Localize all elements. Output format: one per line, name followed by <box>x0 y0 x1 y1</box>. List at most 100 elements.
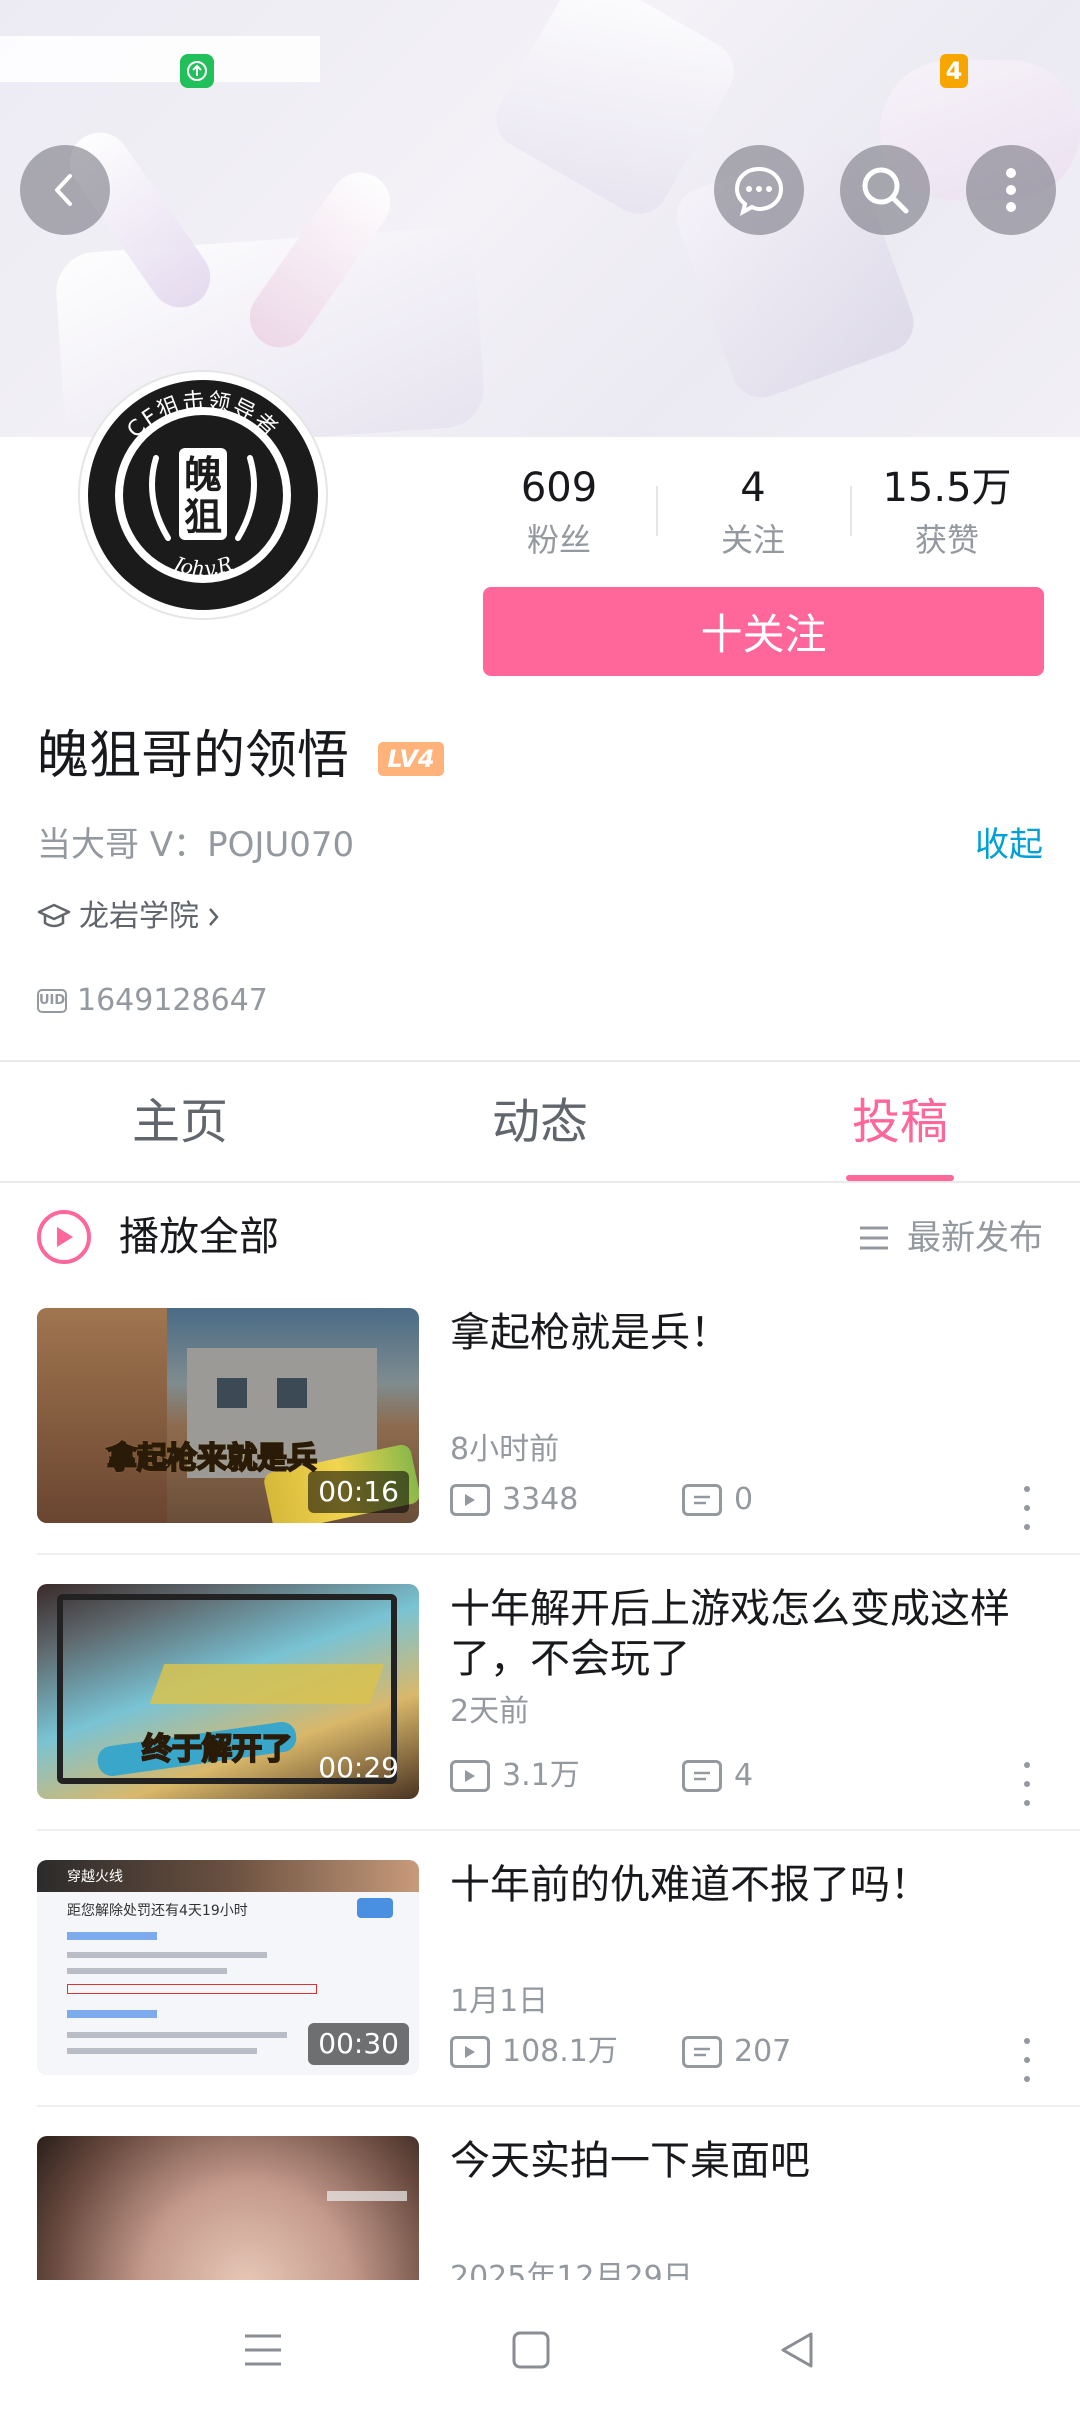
more-button[interactable] <box>966 145 1056 235</box>
more-vertical-icon[interactable] <box>1012 2038 1042 2082</box>
video-time: 2025年12月29日 <box>450 2260 693 2280</box>
message-icon <box>734 166 784 216</box>
video-time: 2天前 <box>450 1694 530 1729</box>
tab-uploads[interactable]: 投稿 <box>800 1086 1000 1158</box>
comment-count-icon <box>682 1760 722 1792</box>
play-count-icon <box>450 1484 490 1516</box>
play-count: 3.1万 <box>502 1758 580 1793</box>
uid-row: UID 1649128647 <box>37 977 268 1025</box>
comment-count-icon <box>682 2036 722 2068</box>
video-item[interactable]: 穿越火线 距您解除处罚还有4天19小时 00:30 十年前的仇难道不报了吗！ 1… <box>0 1860 1080 2136</box>
video-item[interactable]: 终于解开了 00:29 十年解开后上游戏怎么变成这样了，不会玩了 2天前 3.1… <box>0 1584 1080 1860</box>
stat-fans[interactable]: 609 粉丝 <box>469 460 649 564</box>
thumbnail-line: 距您解除处罚还有4天19小时 <box>67 1903 248 1919</box>
video-plays: 3.1万 <box>450 1754 580 1798</box>
header-banner: 4 <box>0 0 1080 437</box>
play-count-icon <box>450 2036 490 2068</box>
uid-icon: UID <box>37 989 67 1013</box>
list-icon <box>860 1226 888 1250</box>
stat-divider <box>656 486 658 536</box>
level-badge: LV4 <box>378 742 444 776</box>
message-button[interactable] <box>714 145 804 235</box>
video-title: 今天实拍一下桌面吧 <box>450 2138 810 2184</box>
video-thumbnail[interactable]: 穿越火线 距您解除处罚还有4天19小时 00:30 <box>37 1860 419 2075</box>
sort-label: 最新发布 <box>907 1218 1043 1258</box>
play-all-button[interactable]: 播放全部 <box>37 1207 279 1267</box>
video-title: 十年前的仇难道不报了吗！ <box>450 1862 930 1908</box>
thumbnail-caption: 拿起枪来就是兵 <box>106 1440 318 1477</box>
stat-fans-value: 609 <box>520 465 598 511</box>
divider <box>0 1181 1080 1183</box>
video-item[interactable]: 拿起枪来就是兵 00:16 拿起枪就是兵！ 8小时前 3348 0 <box>0 1308 1080 1584</box>
video-thumbnail[interactable] <box>37 2136 419 2280</box>
uid-value: 1649128647 <box>77 983 268 1018</box>
follow-button[interactable]: 十关注 <box>483 587 1044 676</box>
divider <box>0 1060 1080 1062</box>
school-name: 龙岩学院 <box>79 899 199 934</box>
play-count: 3348 <box>502 1482 579 1517</box>
more-vertical-icon[interactable] <box>1012 1762 1042 1806</box>
video-duration: 00:29 <box>318 1751 399 1784</box>
tab-home[interactable]: 主页 <box>80 1086 280 1158</box>
video-thumbnail[interactable]: 拿起枪来就是兵 00:16 <box>37 1308 419 1523</box>
video-comments: 207 <box>682 2030 791 2074</box>
status-upload-icon <box>180 54 214 88</box>
video-thumbnail[interactable]: 终于解开了 00:29 <box>37 1584 419 1799</box>
play-count-icon <box>450 1760 490 1792</box>
thumbnail-caption: 终于解开了 <box>141 1731 293 1768</box>
status-badge: 4 <box>940 54 968 88</box>
video-duration: 00:30 <box>308 2023 409 2065</box>
divider <box>37 1553 1080 1555</box>
video-comments: 4 <box>682 1754 753 1798</box>
comment-count: 207 <box>734 2034 792 2069</box>
chevron-left-icon <box>55 174 72 206</box>
video-item[interactable]: 今天实拍一下桌面吧 2025年12月29日 <box>0 2136 1080 2280</box>
play-all-label: 播放全部 <box>119 1214 279 1260</box>
stat-following[interactable]: 4 关注 <box>663 460 843 564</box>
username: 魄狙哥的领悟 <box>37 726 350 786</box>
avatar-emblem: CF狙击领导者 Johy.R 魄 狙 <box>88 380 318 610</box>
stat-likes-label: 获赞 <box>914 521 979 559</box>
stat-likes[interactable]: 15.5万 获赞 <box>857 460 1037 564</box>
tab-dynamic[interactable]: 动态 <box>440 1086 640 1158</box>
school-link[interactable]: 龙岩学院 <box>37 893 221 941</box>
search-icon <box>862 167 909 214</box>
video-title: 十年解开后上游戏怎么变成这样了，不会玩了 <box>450 1586 1010 1682</box>
divider <box>37 1829 1080 1831</box>
home-square-icon[interactable] <box>501 2320 561 2380</box>
sort-button[interactable]: 最新发布 <box>859 1213 1043 1263</box>
video-time: 1月1日 <box>450 1984 549 2019</box>
thumbnail-caption: 穿越火线 <box>67 1869 123 1885</box>
stat-divider <box>850 486 852 536</box>
stat-likes-value: 15.5万 <box>882 465 1012 511</box>
avatar-char-1: 魄 <box>184 453 222 497</box>
status-bar-area <box>0 36 320 82</box>
stat-following-label: 关注 <box>720 521 785 559</box>
search-button[interactable] <box>840 145 930 235</box>
video-title: 拿起枪就是兵！ <box>450 1310 730 1356</box>
play-circle-icon <box>37 1210 91 1264</box>
signature: 当大哥 V：POJU070 <box>37 825 355 865</box>
comment-count: 0 <box>734 1482 754 1517</box>
divider <box>37 2105 1080 2107</box>
more-vertical-icon <box>1006 168 1016 212</box>
comment-count-icon <box>682 1484 722 1516</box>
comment-count: 4 <box>734 1758 754 1793</box>
stat-following-value: 4 <box>740 465 766 511</box>
stat-fans-label: 粉丝 <box>526 521 591 559</box>
back-button[interactable] <box>20 145 110 235</box>
system-navigation-bar <box>0 2280 1080 2412</box>
video-time: 8小时前 <box>450 1432 560 1467</box>
avatar[interactable]: CF狙击领导者 Johy.R 魄 狙 <box>80 372 326 618</box>
collapse-link[interactable]: 收起 <box>975 820 1043 870</box>
play-count: 108.1万 <box>502 2034 618 2069</box>
more-vertical-icon[interactable] <box>1012 1486 1042 1530</box>
menu-icon[interactable] <box>233 2320 293 2380</box>
video-comments: 0 <box>682 1478 753 1522</box>
graduation-cap-icon <box>37 903 71 928</box>
video-plays: 108.1万 <box>450 2030 618 2074</box>
back-triangle-icon[interactable] <box>767 2320 827 2380</box>
video-plays: 3348 <box>450 1478 578 1522</box>
chevron-right-icon <box>209 908 219 926</box>
video-duration: 00:16 <box>308 1471 409 1513</box>
